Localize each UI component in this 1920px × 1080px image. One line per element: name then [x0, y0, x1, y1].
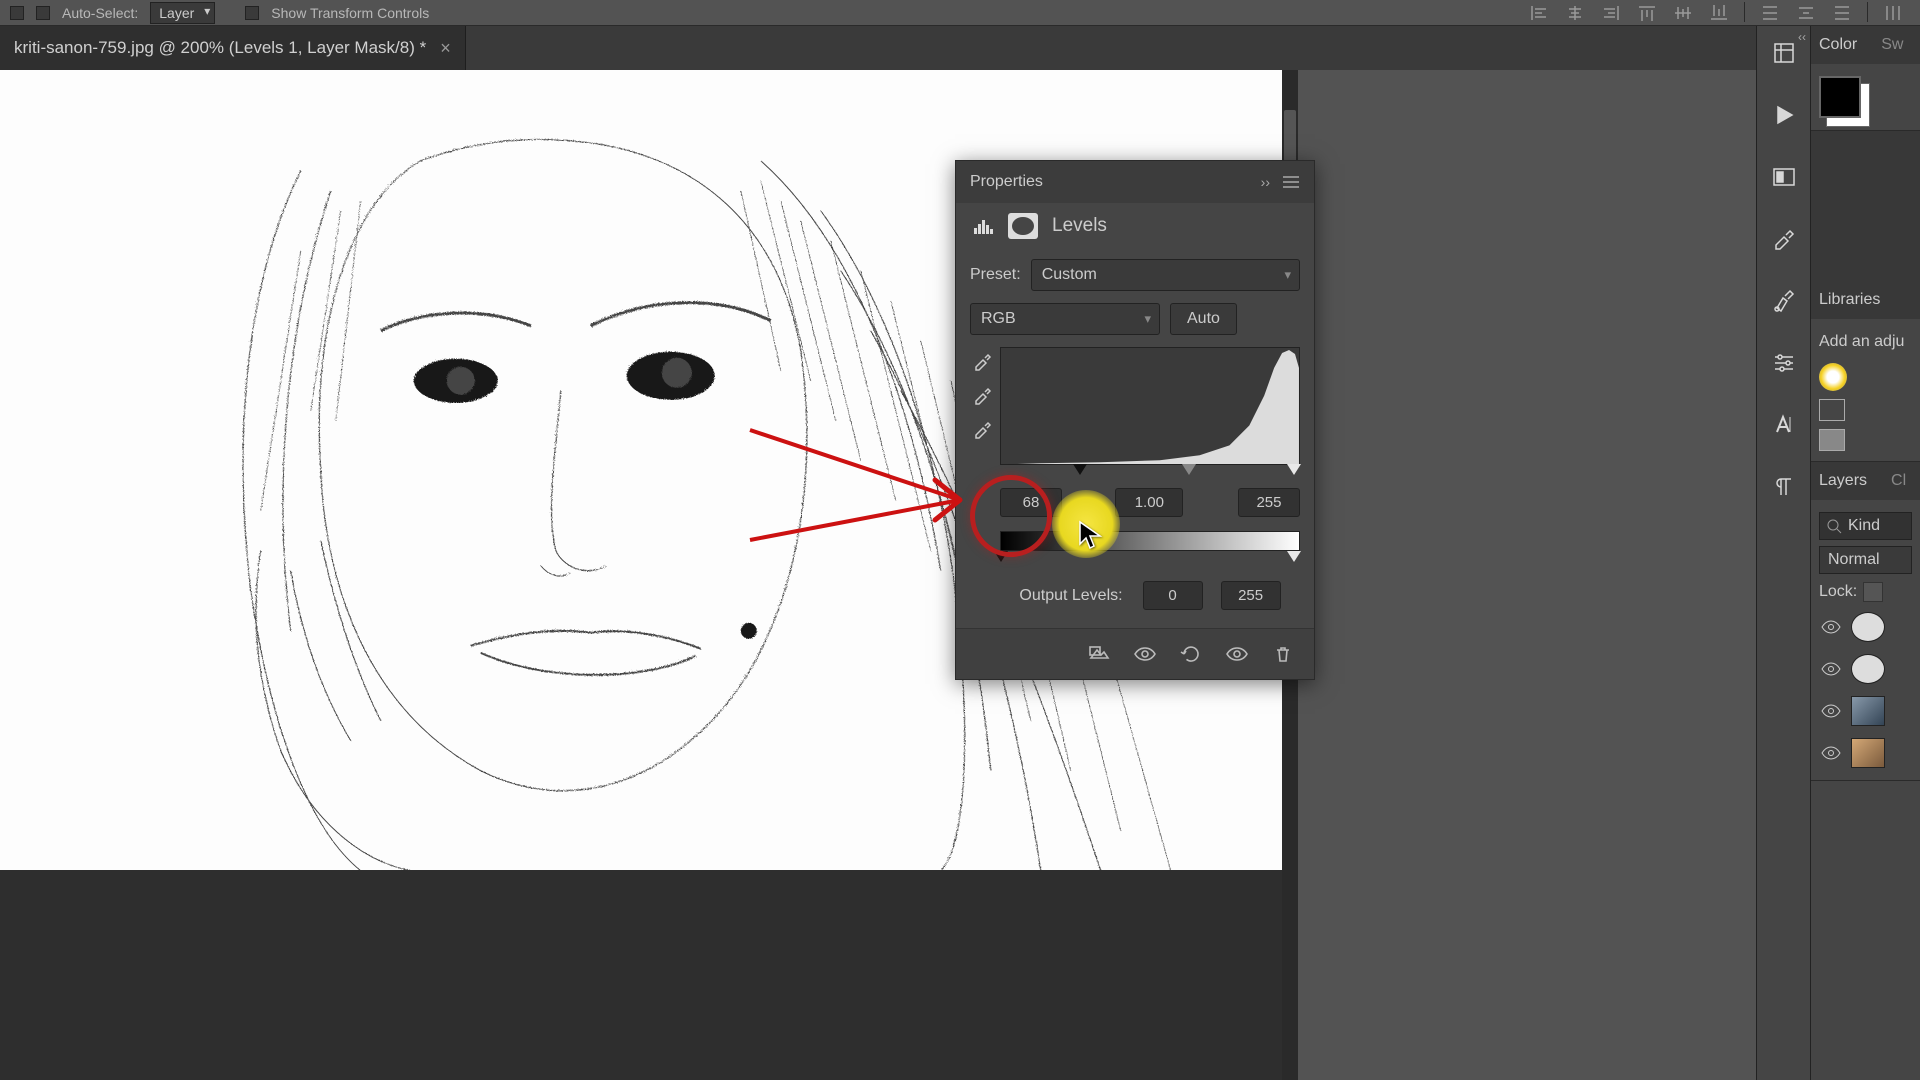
align-bottom-icon[interactable] [1702, 2, 1736, 24]
foreground-background-swatch[interactable] [1819, 76, 1861, 118]
layer-filter-row[interactable]: Kind [1819, 512, 1912, 540]
document-tab[interactable]: kriti-sanon-759.jpg @ 200% (Levels 1, La… [0, 26, 466, 70]
gamma-input-slider[interactable] [1182, 464, 1196, 475]
photo-layer-thumb-2[interactable] [1851, 738, 1885, 768]
visibility-eye-icon[interactable] [1821, 704, 1841, 718]
visibility-eye-icon[interactable] [1821, 620, 1841, 634]
align-buttons [1522, 2, 1910, 24]
black-input-value[interactable] [1000, 488, 1062, 517]
adjust-layer-thumb[interactable] [1851, 654, 1885, 684]
blend-mode-dropdown[interactable]: Normal [1819, 546, 1912, 574]
output-slider-track[interactable] [1000, 551, 1300, 565]
levels-histogram-icon [970, 213, 1000, 239]
channel-dropdown[interactable]: RGB [970, 303, 1160, 335]
color-tab[interactable]: Color [1819, 36, 1857, 54]
right-panels: Color Sw Libraries Add an adju LayersCl … [1810, 26, 1920, 1080]
preset-dropdown[interactable]: Custom [1031, 259, 1300, 291]
visibility-eye-icon[interactable] [1821, 746, 1841, 760]
layer-mask-icon[interactable] [1008, 213, 1038, 239]
move-tool-icon-box [10, 6, 24, 20]
align-vcenter-icon[interactable] [1666, 2, 1700, 24]
properties-footer [956, 628, 1314, 679]
brightness-adjust-icon[interactable] [1819, 363, 1847, 391]
clip-to-layer-icon[interactable] [1086, 643, 1112, 665]
distribute-bottom-icon[interactable] [1825, 2, 1859, 24]
libraries-tab[interactable]: Libraries [1819, 291, 1880, 309]
properties-panel: Properties ›› Levels Preset: Custom RGB … [955, 160, 1315, 680]
output-levels-label: Output Levels: [1019, 587, 1122, 605]
align-hcenter-icon[interactable] [1558, 2, 1592, 24]
color-panel-tabs: Color Sw [1811, 26, 1920, 64]
layer-row-photo-1[interactable] [1819, 690, 1912, 732]
align-left-icon[interactable] [1522, 2, 1556, 24]
search-icon [1826, 518, 1842, 534]
white-output-slider[interactable] [1287, 551, 1301, 562]
auto-select-label: Auto-Select: [62, 5, 138, 21]
lock-transparency-icon[interactable] [1863, 582, 1883, 602]
adjustment-name: Levels [1052, 215, 1107, 237]
options-bar: Auto-Select: Layer Show Transform Contro… [0, 0, 1920, 26]
show-transform-label: Show Transform Controls [271, 5, 429, 21]
layer-row-photo-2[interactable] [1819, 732, 1912, 774]
swatches-tab[interactable]: Sw [1881, 36, 1903, 54]
black-input-slider[interactable] [1073, 464, 1087, 475]
levels-layer-thumb[interactable] [1851, 612, 1885, 642]
history-panel-icon[interactable] [1769, 38, 1799, 68]
align-right-icon[interactable] [1594, 2, 1628, 24]
adjust-grid-icon[interactable] [1819, 399, 1845, 421]
add-adjustment-label: Add an adju [1819, 325, 1912, 359]
settings-panel-icon[interactable] [1769, 348, 1799, 378]
distribute-vcenter-icon[interactable] [1789, 2, 1823, 24]
brush-settings-icon[interactable] [1769, 286, 1799, 316]
black-output-value[interactable] [1143, 581, 1203, 610]
white-input-slider[interactable] [1287, 464, 1301, 475]
dock-collapse-icon[interactable]: ‹‹ [1798, 30, 1806, 44]
document-tab-title: kriti-sanon-759.jpg @ 200% (Levels 1, La… [14, 38, 426, 58]
align-top-icon[interactable] [1630, 2, 1664, 24]
panel-menu-icon[interactable] [1282, 175, 1300, 189]
black-point-eyedropper-icon[interactable] [970, 349, 994, 373]
properties-header[interactable]: Properties ›› [956, 161, 1314, 203]
white-point-eyedropper-icon[interactable] [970, 417, 994, 441]
layers-tab[interactable]: Layers [1819, 472, 1867, 490]
output-gradient [1000, 531, 1300, 551]
layer-row-levels[interactable] [1819, 606, 1912, 648]
visibility-eye-icon[interactable] [1821, 662, 1841, 676]
white-output-value[interactable] [1221, 581, 1281, 610]
gray-point-eyedropper-icon[interactable] [970, 383, 994, 407]
document-tab-strip: kriti-sanon-759.jpg @ 200% (Levels 1, La… [0, 26, 1920, 70]
properties-panel-icon[interactable] [1769, 162, 1799, 192]
properties-title: Properties [970, 173, 1261, 191]
auto-select-checkbox[interactable] [36, 6, 50, 20]
photo-layer-thumb-1[interactable] [1851, 696, 1885, 726]
auto-button[interactable]: Auto [1170, 303, 1237, 335]
channels-tab[interactable]: Cl [1891, 472, 1906, 490]
actions-panel-icon[interactable] [1769, 100, 1799, 130]
paragraph-panel-icon[interactable] [1769, 472, 1799, 502]
distribute-left-icon[interactable] [1876, 2, 1910, 24]
input-slider-track[interactable] [1000, 464, 1300, 478]
lock-label: Lock: [1819, 583, 1857, 601]
preset-label: Preset: [970, 266, 1021, 284]
black-output-slider[interactable] [994, 551, 1008, 562]
layer-row-adjust[interactable] [1819, 648, 1912, 690]
distribute-top-icon[interactable] [1753, 2, 1787, 24]
filter-kind-label: Kind [1848, 517, 1880, 535]
delete-adjustment-icon[interactable] [1270, 643, 1296, 665]
character-panel-icon[interactable] [1769, 410, 1799, 440]
collapse-panel-icon[interactable]: ›› [1261, 174, 1270, 190]
brushes-panel-icon[interactable] [1769, 224, 1799, 254]
white-input-value[interactable] [1238, 488, 1300, 517]
reset-icon[interactable] [1178, 643, 1204, 665]
show-transform-checkbox[interactable] [245, 6, 259, 20]
toggle-visibility-icon[interactable] [1132, 643, 1158, 665]
preview-eye-icon[interactable] [1224, 643, 1250, 665]
adjust-fill-icon[interactable] [1819, 429, 1845, 451]
adjustment-type-row: Levels [956, 203, 1314, 249]
gamma-input-value[interactable] [1115, 488, 1183, 517]
dock-strip: ‹‹ [1756, 26, 1810, 1080]
input-histogram[interactable] [1000, 347, 1300, 465]
close-tab-icon[interactable]: × [440, 38, 451, 59]
auto-select-target-dropdown[interactable]: Layer [150, 2, 215, 24]
